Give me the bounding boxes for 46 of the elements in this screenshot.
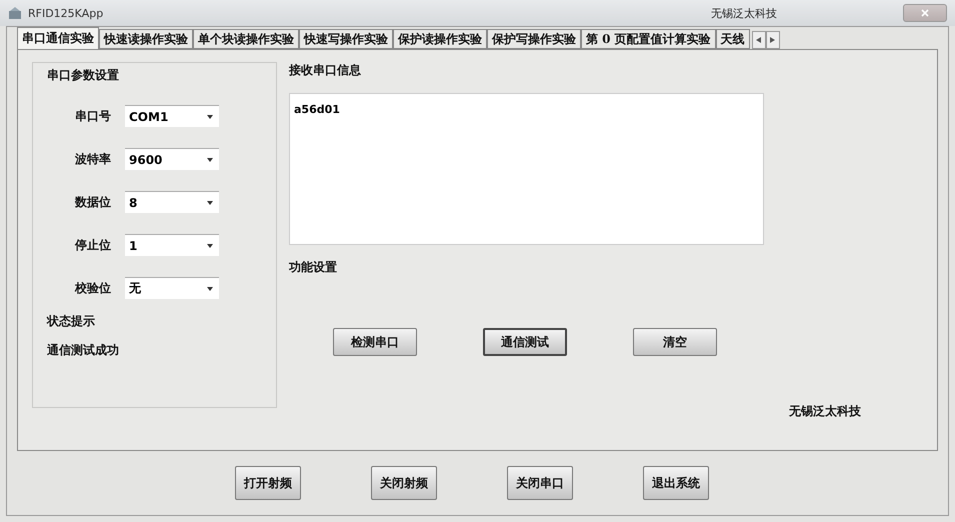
dropdown[interactable]: 无 [125,277,219,299]
close-icon [921,9,929,17]
status-message: 通信测试成功 [47,342,120,359]
window-title: RFID125KApp [28,6,104,20]
function-button[interactable]: 检测串口 [333,328,417,356]
dropdown-arrow-icon [207,158,213,162]
group-title: 功能设置 [289,259,338,276]
field-label: 波特率 [75,150,111,168]
scroll-right-button[interactable] [766,31,780,49]
group-title: 串口参数设置 [47,67,120,84]
app-icon [8,6,22,20]
dropdown[interactable]: 9600 [125,148,219,170]
tab[interactable]: 保护写操作实验 [487,29,581,49]
function-button[interactable]: 清空 [633,328,717,356]
tab[interactable]: 第 0 页配置值计算实验 [581,29,716,49]
tab[interactable]: 串口通信实验 [17,27,99,49]
action-button[interactable]: 打开射频 [235,466,301,500]
field-label: 串口号 [75,108,111,124]
field-label: 停止位 [75,236,111,254]
action-button[interactable]: 关闭串口 [507,466,573,500]
action-button[interactable]: 关闭射频 [371,466,437,500]
dropdown-arrow-icon [207,200,213,204]
receive-text-area[interactable]: a56d01 [289,93,764,245]
dropdown[interactable]: 8 [125,191,219,213]
group-title: 接收串口信息 [289,62,362,79]
dropdown-arrow-icon [207,286,213,290]
dropdown[interactable]: COM1 [125,105,219,127]
dropdown-arrow-icon [207,244,213,248]
close-button[interactable] [903,4,947,22]
field-label: 数据位 [75,194,111,210]
field-label: 校验位 [75,280,111,296]
status-title: 状态提示 [47,313,96,330]
company-name: 无锡泛太科技 [789,403,861,420]
dropdown[interactable]: 1 [125,234,219,256]
tab[interactable]: 单个块读操作实验 [193,29,299,49]
action-button[interactable]: 退出系统 [643,466,709,500]
window-caption: 无锡泛太科技 [711,6,777,20]
left-arrow-icon [756,36,762,42]
right-arrow-icon [770,36,776,42]
function-button[interactable]: 通信测试 [483,328,567,356]
scroll-left-button[interactable] [752,31,766,49]
tab[interactable]: 保护读操作实验 [393,29,487,49]
dropdown-arrow-icon [207,114,213,118]
tab[interactable]: 快速写操作实验 [299,29,393,49]
tab[interactable]: 快速读操作实验 [99,29,193,49]
tab[interactable]: 天线 [716,29,750,49]
